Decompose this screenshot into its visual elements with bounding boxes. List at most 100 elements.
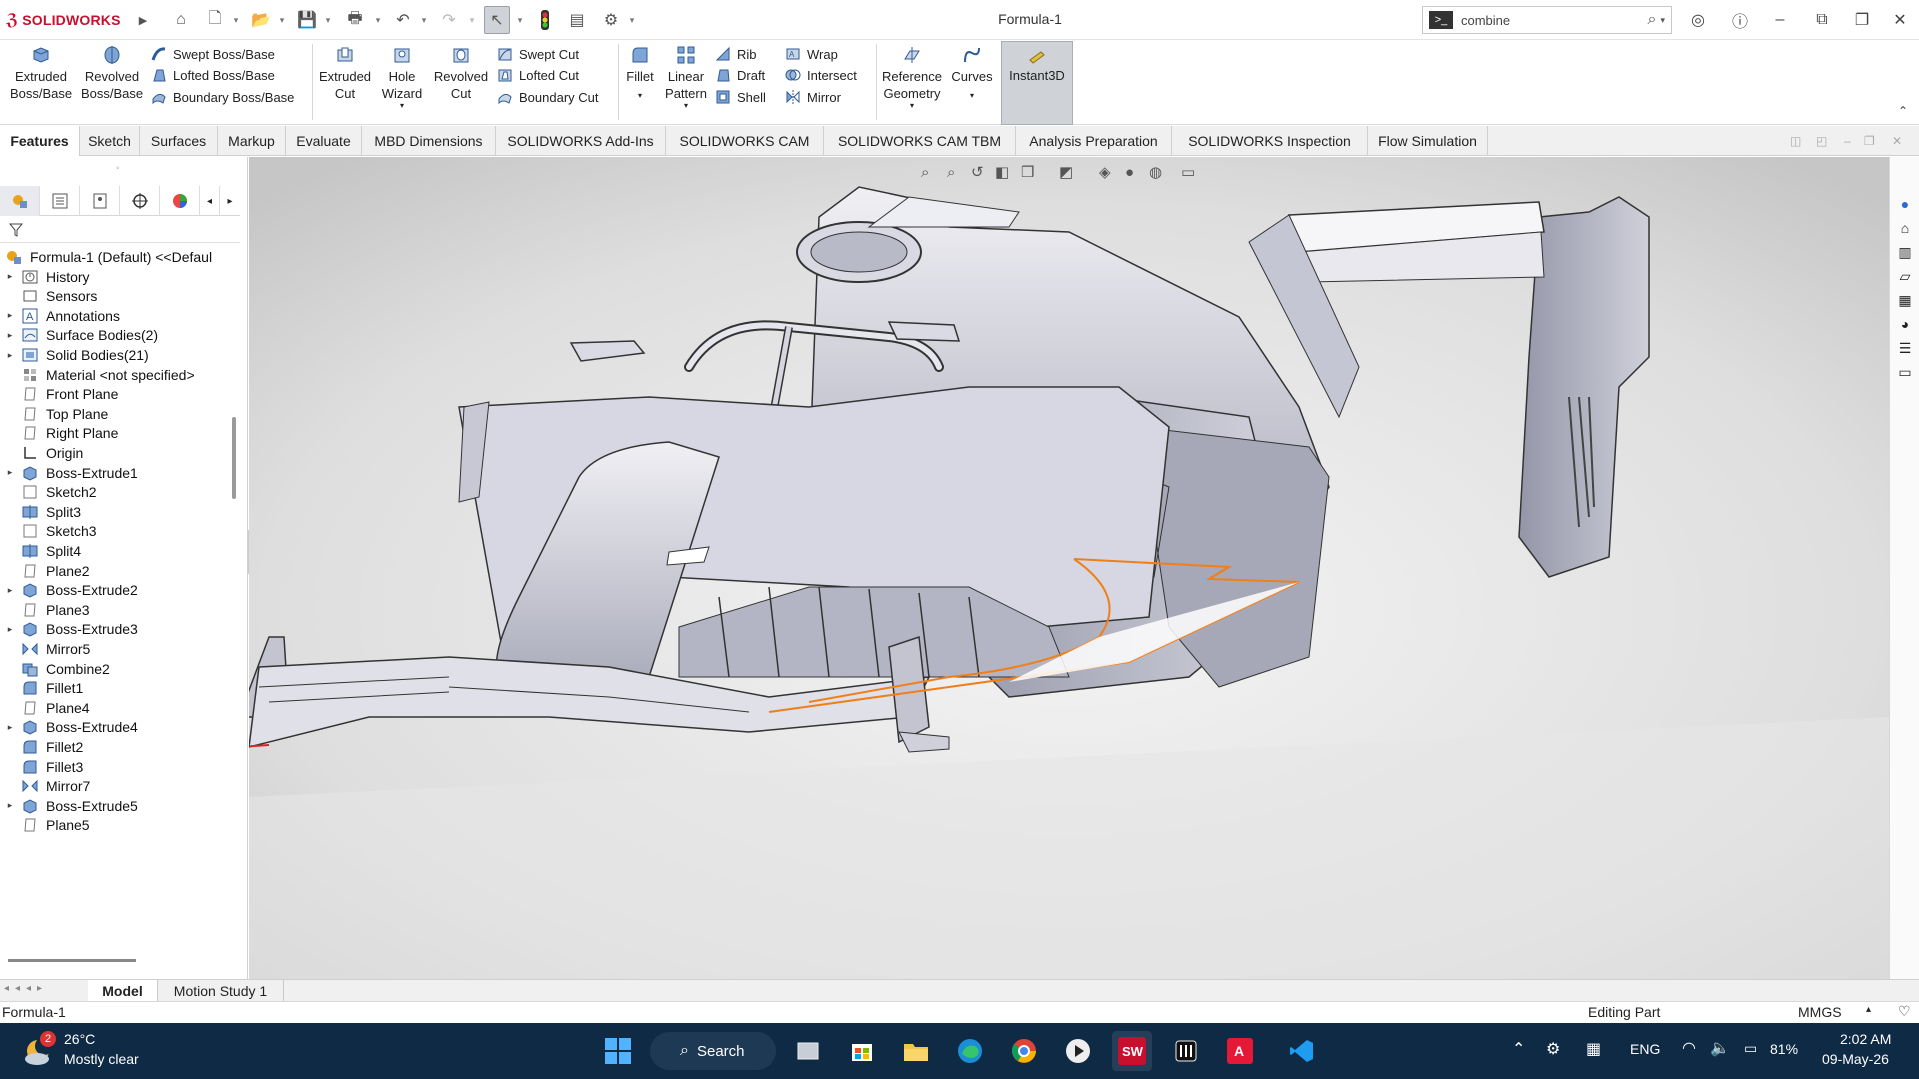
configuration-manager-tab-icon[interactable] xyxy=(80,186,120,216)
boundary-cut-button[interactable]: Boundary Cut xyxy=(496,86,599,108)
clock-time[interactable]: 2:02 AM xyxy=(1840,1031,1891,1047)
curves-dropdown-icon[interactable]: ▾ xyxy=(970,85,974,107)
save-icon[interactable]: 💾 xyxy=(294,6,320,34)
tab-markup[interactable]: Markup xyxy=(218,126,286,156)
file-explorer-icon[interactable] xyxy=(896,1031,936,1071)
print-icon[interactable]: 🖶 xyxy=(342,6,368,34)
print-dropdown-icon[interactable]: ▾ xyxy=(372,6,384,34)
rebuild-traffic-light-icon[interactable] xyxy=(532,6,558,34)
forum-icon[interactable]: ▭ xyxy=(1895,361,1915,383)
viewport-tile-icon[interactable]: ◰ xyxy=(1816,134,1827,148)
options-dropdown-icon[interactable]: ▾ xyxy=(626,6,638,34)
tree-horizontal-scrollbar[interactable] xyxy=(8,959,136,962)
home-task-icon[interactable]: ⌂ xyxy=(1895,217,1915,239)
tab-solidworks-cam-tbm[interactable]: SOLIDWORKS CAM TBM xyxy=(824,126,1016,156)
expand-arrow-icon[interactable]: ▸ xyxy=(0,467,20,478)
hole-wizard-button[interactable]: Hole Wizard ▾ xyxy=(376,44,428,110)
tab-solidworks-add-ins[interactable]: SOLIDWORKS Add-Ins xyxy=(496,126,666,156)
swept-boss-button[interactable]: Swept Boss/Base xyxy=(150,43,275,65)
solidworks-resources-icon[interactable]: ● xyxy=(1895,193,1915,215)
tab-features[interactable]: Features xyxy=(0,126,80,156)
intersect-button[interactable]: Intersect xyxy=(784,64,857,86)
select-dropdown-icon[interactable]: ▾ xyxy=(514,6,526,34)
reference-geometry-button[interactable]: Reference Geometry ▾ xyxy=(878,44,946,110)
shell-button[interactable]: Shell xyxy=(714,86,766,108)
extruded-cut-button[interactable]: Extruded Cut xyxy=(316,44,374,102)
display-manager-tab-icon[interactable] xyxy=(160,186,200,216)
linear-pattern-button[interactable]: Linear Pattern ▾ xyxy=(662,44,710,110)
filter-icon[interactable] xyxy=(8,222,24,238)
lofted-cut-button[interactable]: Lofted Cut xyxy=(496,64,579,86)
view-orientation-icon[interactable]: ❒ xyxy=(1021,164,1034,181)
lofted-boss-button[interactable]: Lofted Boss/Base xyxy=(150,64,275,86)
property-manager-tab-icon[interactable] xyxy=(40,186,80,216)
expand-arrow-icon[interactable]: ▸ xyxy=(0,722,20,733)
start-button[interactable] xyxy=(598,1031,638,1071)
keyboard-icon[interactable]: ▦ xyxy=(1586,1039,1601,1059)
zoom-to-area-icon[interactable]: ⌕ xyxy=(947,164,955,181)
new-dropdown-icon[interactable]: ▾ xyxy=(230,6,242,34)
expand-arrow-icon[interactable]: ▸ xyxy=(0,800,20,811)
file-properties-icon[interactable]: ▤ xyxy=(564,6,590,34)
save-dropdown-icon[interactable]: ▾ xyxy=(322,6,334,34)
menu-expand-icon[interactable]: ▶ xyxy=(130,6,156,34)
hide-show-items-icon[interactable]: ◈ xyxy=(1099,164,1111,181)
search-dropdown-icon[interactable]: ▾ xyxy=(1660,15,1665,26)
autocad-icon[interactable]: A xyxy=(1220,1031,1260,1071)
expand-arrow-icon[interactable]: ▸ xyxy=(0,350,20,361)
media-player-icon[interactable] xyxy=(1058,1031,1098,1071)
display-style-icon[interactable]: ◩ xyxy=(1059,164,1073,181)
tab-surfaces[interactable]: Surfaces xyxy=(140,126,218,156)
language-indicator[interactable]: ENG xyxy=(1630,1041,1660,1057)
taskbar-search[interactable]: ⌕ Search xyxy=(650,1032,776,1070)
redo-dropdown-icon[interactable]: ▾ xyxy=(466,6,478,34)
curves-button[interactable]: Curves ▾ xyxy=(948,44,996,107)
expand-arrow-icon[interactable]: ▸ xyxy=(0,624,20,635)
task-view-icon[interactable] xyxy=(788,1031,828,1071)
tree-filter-bar[interactable] xyxy=(0,217,240,243)
tab-solidworks-cam[interactable]: SOLIDWORKS CAM xyxy=(666,126,824,156)
vscode-icon[interactable] xyxy=(1282,1031,1322,1071)
zoom-to-fit-icon[interactable]: ⌕ xyxy=(921,164,929,181)
help-icon[interactable]: ⓘ xyxy=(1726,6,1754,34)
tabs-scroll-left-icon[interactable]: ◂ xyxy=(200,186,220,216)
expand-arrow-icon[interactable]: ▸ xyxy=(0,585,20,596)
tab-mbd-dimensions[interactable]: MBD Dimensions xyxy=(362,126,496,156)
tree-vertical-scrollbar[interactable] xyxy=(232,417,236,499)
panel-grip-icon[interactable]: ◦ xyxy=(116,163,120,174)
redo-icon[interactable]: ↷ xyxy=(436,6,462,34)
weather-widget[interactable]: 2 xyxy=(20,1031,56,1069)
home-icon[interactable]: ⌂ xyxy=(168,6,194,34)
tab-analysis-preparation[interactable]: Analysis Preparation xyxy=(1016,126,1172,156)
file-explorer-icon[interactable]: ▱ xyxy=(1895,265,1915,287)
viewport-restore-icon[interactable]: ❐ xyxy=(1864,134,1875,148)
battery-icon[interactable]: ▭ xyxy=(1744,1040,1757,1057)
search-icon[interactable]: ⌕ xyxy=(1648,11,1657,29)
design-library-icon[interactable]: ▥ xyxy=(1895,241,1915,263)
tab-navigation-arrows[interactable]: ◂◂◂▸ xyxy=(4,983,48,994)
tab-evaluate[interactable]: Evaluate xyxy=(286,126,362,156)
select-cursor-icon[interactable]: ↖ xyxy=(484,6,510,34)
edge-browser-icon[interactable] xyxy=(950,1031,990,1071)
tab-solidworks-inspection[interactable]: SOLIDWORKS Inspection xyxy=(1172,126,1368,156)
chrome-browser-icon[interactable] xyxy=(1004,1031,1044,1071)
view-settings-icon[interactable]: ▭ xyxy=(1181,164,1195,181)
clock-date[interactable]: 09-May-26 xyxy=(1822,1051,1889,1067)
expand-arrow-icon[interactable]: ▸ xyxy=(0,310,20,321)
expand-arrow-icon[interactable]: ▸ xyxy=(0,271,20,282)
open-dropdown-icon[interactable]: ▾ xyxy=(276,6,288,34)
tab-flow-simulation[interactable]: Flow Simulation xyxy=(1368,126,1488,156)
security-icon[interactable]: ⚙ xyxy=(1546,1039,1560,1059)
tab-sketch[interactable]: Sketch xyxy=(80,126,140,156)
feature-tree-tab-icon[interactable] xyxy=(0,186,40,216)
custom-properties-icon[interactable]: ☰ xyxy=(1895,337,1915,359)
command-search-box[interactable]: >_ combine ⌕ ▾ xyxy=(1422,6,1672,34)
capcut-icon[interactable] xyxy=(1166,1031,1206,1071)
viewport-close-icon[interactable]: ✕ xyxy=(1892,134,1902,148)
user-account-icon[interactable]: ◎ xyxy=(1684,6,1712,34)
status-units[interactable]: MMGS xyxy=(1798,1004,1842,1020)
viewport-minimize-icon[interactable]: – xyxy=(1844,134,1851,148)
instant3d-button[interactable]: Instant3D xyxy=(1001,41,1073,125)
rib-button[interactable]: Rib xyxy=(714,43,757,65)
wrap-button[interactable]: A Wrap xyxy=(784,43,838,65)
